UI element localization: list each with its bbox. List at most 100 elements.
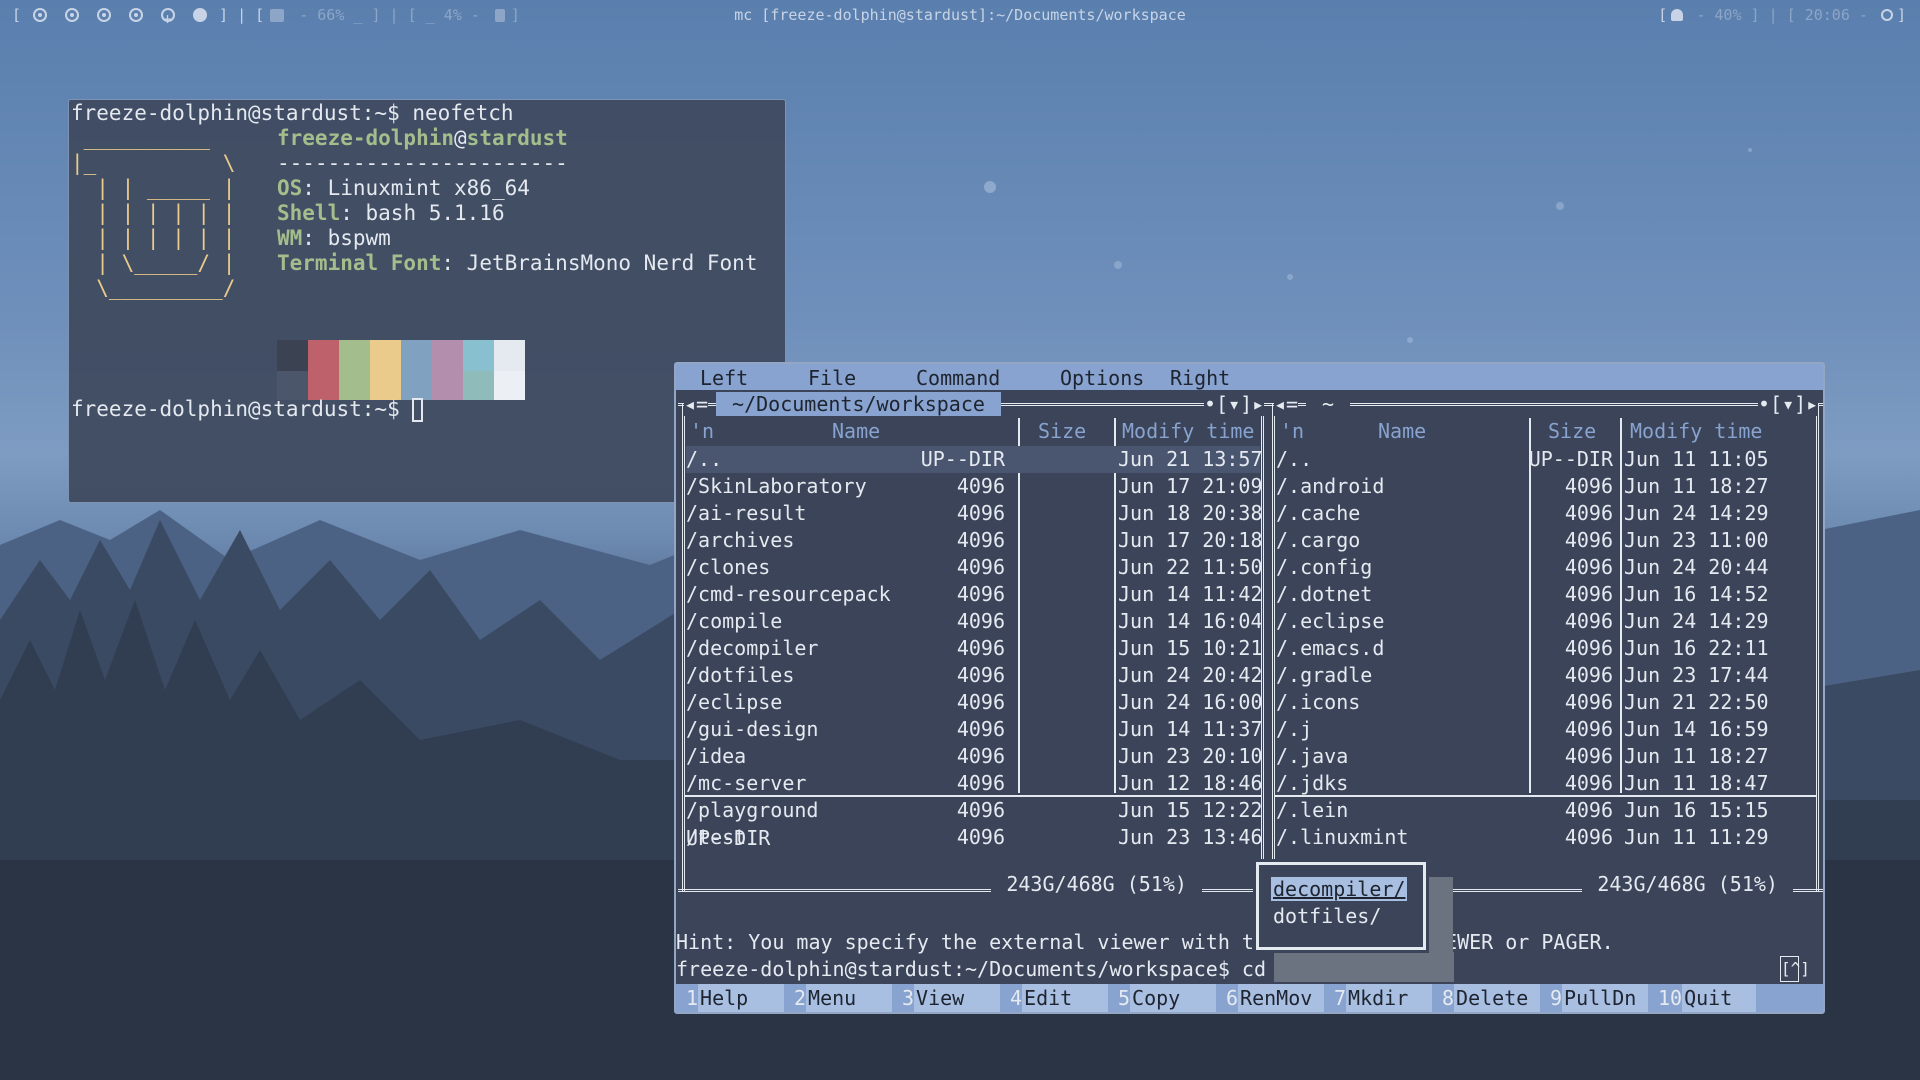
panel-options-icon[interactable]: •[▾]▸ [1758, 392, 1819, 416]
left-panel-path[interactable]: ~/Documents/workspace [716, 392, 1001, 416]
file-row[interactable]: /archives 4096 Jun 17 20:18 [686, 527, 1263, 554]
fkey-mkdir[interactable]: 7 Mkdir [1324, 984, 1432, 1012]
column-name[interactable]: Name [1378, 419, 1426, 443]
completion-item[interactable]: dotfiles/ [1273, 904, 1381, 928]
file-row[interactable]: /cmd-resourcepack 4096 Jun 14 11:42 [686, 581, 1263, 608]
fkey-help[interactable]: 1 Help [676, 984, 784, 1012]
column-size[interactable]: Size [1038, 419, 1086, 443]
file-row[interactable]: /.j 4096 Jun 14 16:59 [1276, 716, 1816, 743]
command-line[interactable]: freeze-dolphin@stardust:~/Documents/work… [676, 957, 1290, 981]
file-name: /SkinLaboratory [686, 474, 867, 498]
column-size[interactable]: Size [1548, 419, 1596, 443]
menu-left[interactable]: Left [700, 366, 748, 390]
palette-swatch [463, 371, 494, 400]
file-size: 4096 [956, 771, 1005, 795]
file-name: /.lein [1276, 798, 1349, 822]
file-row[interactable]: /compile 4096 Jun 14 16:04 [686, 608, 1263, 635]
menu-file[interactable]: File [808, 366, 856, 390]
panel-options-icon[interactable]: •[▾]▸ [1204, 392, 1265, 416]
file-name: /.gradle [1276, 663, 1373, 687]
fkey-edit[interactable]: 4 Edit [1000, 984, 1108, 1012]
palette-swatch [432, 340, 463, 371]
file-row[interactable]: /gui-design 4096 Jun 14 11:37 [686, 716, 1263, 743]
file-size: 4096 [1564, 663, 1613, 687]
file-mtime: Jun 17 20:18 [1118, 528, 1263, 552]
file-size: 4096 [1564, 582, 1613, 606]
sort-indicator[interactable]: 'n [690, 419, 714, 443]
left-panel[interactable]: ◂= ~/Documents/workspace •[▾]▸ 'n Name S… [678, 392, 1268, 896]
file-size: 4096 [956, 825, 1005, 849]
menu-options[interactable]: Options [1060, 366, 1144, 390]
fkey-menu[interactable]: 2 Menu [784, 984, 892, 1012]
file-row[interactable]: /.. UP--DIR Jun 21 13:57 [686, 446, 1263, 473]
completion-popup[interactable]: decompiler/ dotfiles/ [1253, 859, 1453, 969]
column-time[interactable]: Modify time [1122, 419, 1254, 443]
file-size: 4096 [956, 690, 1005, 714]
file-size: 4096 [1564, 717, 1613, 741]
file-row[interactable]: /.. UP--DIR Jun 11 11:05 [1276, 446, 1816, 473]
file-name: /cmd-resourcepack [686, 582, 891, 606]
right-panel[interactable]: ◂= ~ •[▾]▸ 'n Name Size Modify time /.. U… [1268, 392, 1823, 896]
file-row[interactable]: /.config 4096 Jun 24 20:44 [1276, 554, 1816, 581]
file-row[interactable]: /eclipse 4096 Jun 24 16:00 [686, 689, 1263, 716]
file-row[interactable]: /.linuxmint 4096 Jun 11 11:29 [1276, 824, 1816, 851]
file-row[interactable]: /.dotnet 4096 Jun 16 14:52 [1276, 581, 1816, 608]
midnight-commander-window[interactable]: Left File Command Options Right ◂= ~/Doc… [674, 362, 1825, 1014]
fkey-renmov[interactable]: 6 RenMov [1216, 984, 1324, 1012]
file-row[interactable]: /mc-server 4096 Jun 12 18:46 [686, 770, 1263, 797]
bell-icon[interactable] [1671, 9, 1684, 21]
file-row[interactable]: /.gradle 4096 Jun 23 17:44 [1276, 662, 1816, 689]
file-row[interactable]: /dotfiles 4096 Jun 24 20:42 [686, 662, 1263, 689]
right-panel-path[interactable]: ~ [1306, 392, 1351, 416]
menu-command[interactable]: Command [916, 366, 1000, 390]
fkey-number: 7 [1324, 986, 1347, 1010]
file-row[interactable]: /test 4096 Jun 23 13:46 [686, 824, 1263, 851]
file-row[interactable]: /.java 4096 Jun 11 18:27 [1276, 743, 1816, 770]
file-row[interactable]: /clones 4096 Jun 22 11:50 [686, 554, 1263, 581]
fkey-copy[interactable]: 5 Copy [1108, 984, 1216, 1012]
palette-swatch [401, 371, 432, 400]
file-row[interactable]: /playground 4096 Jun 15 12:22 [686, 797, 1263, 824]
fkey-label: Edit [1022, 984, 1108, 1012]
file-row[interactable]: /.emacs.d 4096 Jun 16 22:11 [1276, 635, 1816, 662]
file-mtime: Jun 23 11:00 [1624, 528, 1769, 552]
file-mtime: Jun 24 20:42 [1118, 663, 1263, 687]
fkey-number: 8 [1432, 986, 1455, 1010]
palette-swatch [277, 371, 308, 400]
disk-usage: 243G/468G (51%) [991, 872, 1202, 896]
fkey-quit[interactable]: 10 Quit [1648, 984, 1756, 1012]
file-mtime: Jun 14 16:59 [1624, 717, 1769, 741]
fkey-delete[interactable]: 8 Delete [1432, 984, 1540, 1012]
file-row[interactable]: /.lein 4096 Jun 16 15:15 [1276, 797, 1816, 824]
power-icon[interactable] [1880, 9, 1893, 21]
file-row[interactable]: /.icons 4096 Jun 21 22:50 [1276, 689, 1816, 716]
history-button[interactable]: [^] [1780, 956, 1810, 982]
file-row[interactable]: /.cache 4096 Jun 24 14:29 [1276, 500, 1816, 527]
file-name: /.cargo [1276, 528, 1361, 552]
fkey-number: 9 [1540, 986, 1563, 1010]
file-size: 4096 [956, 744, 1005, 768]
palette-swatch [463, 340, 494, 371]
file-row[interactable]: /.cargo 4096 Jun 23 11:00 [1276, 527, 1816, 554]
panel-nav-icon[interactable]: ◂= [1274, 392, 1299, 416]
fkey-view[interactable]: 3 View [892, 984, 1000, 1012]
file-row[interactable]: /.android 4096 Jun 11 18:27 [1276, 473, 1816, 500]
logo-line: | | _____ | [71, 176, 236, 200]
column-time[interactable]: Modify time [1630, 419, 1762, 443]
panel-nav-icon[interactable]: ◂= [684, 392, 709, 416]
column-name[interactable]: Name [832, 419, 880, 443]
file-row[interactable]: /.jdks 4096 Jun 11 18:47 [1276, 770, 1816, 797]
file-row[interactable]: /ai-result 4096 Jun 18 20:38 [686, 500, 1263, 527]
file-name: /idea [686, 744, 747, 768]
file-row[interactable]: /decompiler 4096 Jun 15 10:21 [686, 635, 1263, 662]
file-name: /playground [686, 798, 819, 822]
file-row[interactable]: /.eclipse 4096 Jun 24 14:29 [1276, 608, 1816, 635]
info-os: OS: Linuxmint x86_64 [277, 176, 530, 200]
sort-indicator[interactable]: 'n [1280, 419, 1304, 443]
file-row[interactable]: /idea 4096 Jun 23 20:10 [686, 743, 1263, 770]
shell-prompt[interactable]: freeze-dolphin@stardust:~$ [71, 397, 424, 422]
menu-right[interactable]: Right [1170, 366, 1230, 390]
completion-item[interactable]: decompiler/ [1271, 877, 1408, 901]
file-row[interactable]: /SkinLaboratory 4096 Jun 17 21:09 [686, 473, 1263, 500]
fkey-pulldn[interactable]: 9 PullDn [1540, 984, 1648, 1012]
